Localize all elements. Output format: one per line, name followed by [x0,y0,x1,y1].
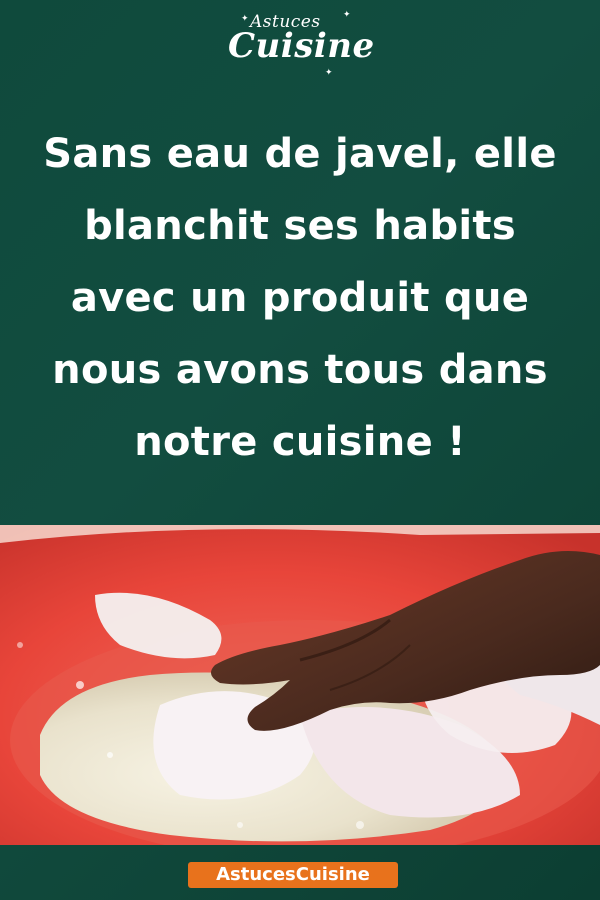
headline-line: Sans eau de javel, elle [43,131,557,177]
laundry-photo [0,525,600,845]
sparkle-icon: ✦ [241,14,249,24]
headline-line: notre cuisine ! [134,419,466,465]
sparkle-icon: ✦ [325,68,333,78]
headline-line: nous avons tous dans [52,347,548,393]
brand-badge[interactable]: AstucesCuisine [188,862,398,888]
logo-main-word: Cuisine [228,26,375,66]
headline-line: avec un produit que [70,275,530,321]
laundry-basin-illustration [0,525,600,845]
headline-line: blanchit ses habits [84,203,516,249]
brand-logo[interactable]: ✦ ✦ ✦ Astuces Cuisine [0,8,600,88]
pin-card: ✦ ✦ ✦ Astuces Cuisine Sans eau de javel,… [0,0,600,900]
footer: AstucesCuisine [0,845,600,900]
headline: Sans eau de javel, elle blanchit ses hab… [20,118,580,478]
